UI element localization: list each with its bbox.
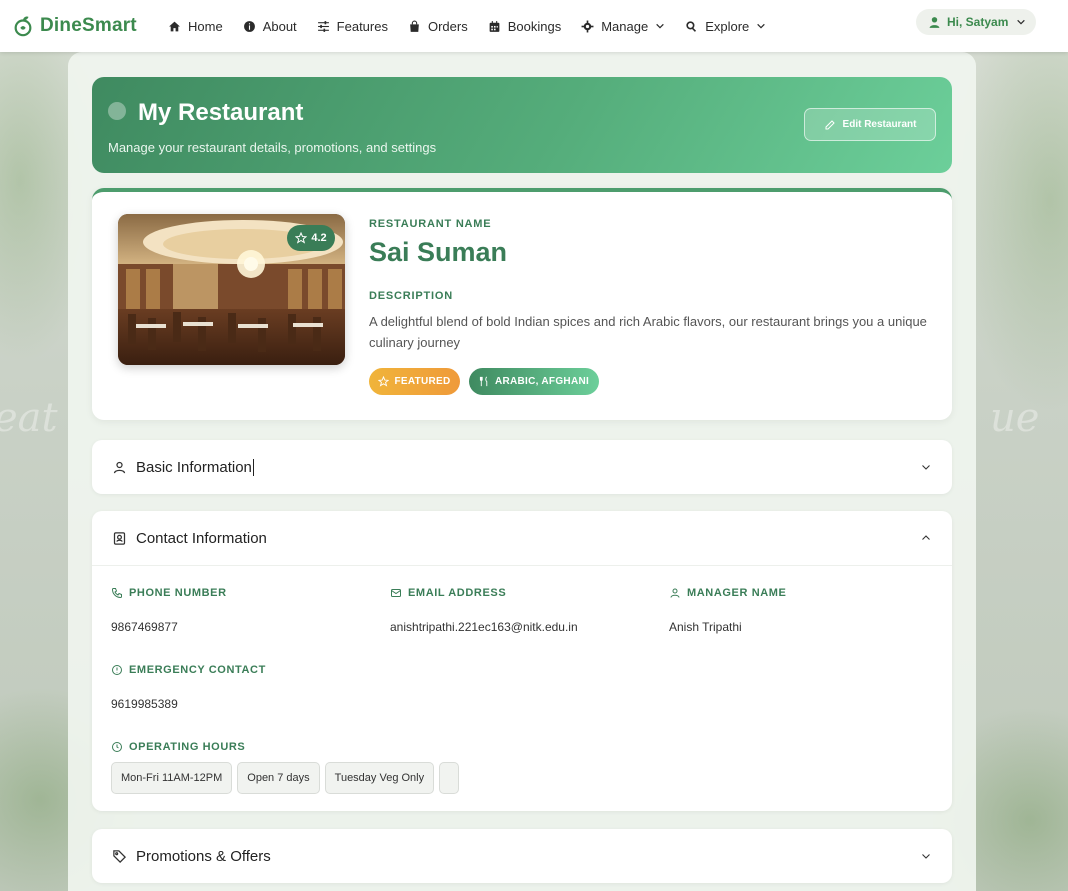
nav-home[interactable]: Home: [168, 19, 223, 34]
star-icon: [295, 232, 308, 244]
chevron-down-icon: [757, 23, 766, 29]
contact-information-title: Contact Information: [136, 529, 267, 547]
promotions-section[interactable]: Promotions & Offers: [92, 829, 952, 883]
gear-icon: [581, 20, 594, 32]
nav-home-label: Home: [188, 18, 223, 34]
page-title: My Restaurant: [138, 99, 304, 126]
hours-chip: Tuesday Veg Only: [324, 762, 435, 794]
email-address-value: anishtripathi.221ec163@nitk.edu.in: [390, 620, 578, 634]
email-address-label: EMAIL ADDRESS: [390, 587, 506, 599]
status-dot: [108, 102, 126, 120]
promotions-title: Promotions & Offers: [136, 847, 271, 865]
text-cursor: [252, 458, 254, 476]
nav-bookings[interactable]: Bookings: [488, 19, 561, 34]
leaf-logo-icon: [14, 16, 32, 37]
manager-name-label: MANAGER NAME: [669, 587, 786, 599]
promotions-header[interactable]: Promotions & Offers: [92, 829, 952, 883]
emergency-contact-value: 9619985389: [111, 697, 178, 711]
utensils-icon: [479, 376, 488, 387]
featured-label: FEATURED: [394, 376, 451, 387]
restaurant-description: A delightful blend of bold Indian spices…: [369, 314, 927, 350]
nav-manage-label: Manage: [601, 18, 649, 34]
nav-explore-label: Explore: [705, 18, 750, 34]
featured-badge: FEATURED: [369, 368, 460, 395]
mail-icon: [391, 589, 401, 597]
nav-explore-dropdown[interactable]: Explore: [685, 19, 766, 34]
restaurant-profile-card: 4.2 RESTAURANT NAME Sai Suman DESCRIPTIO…: [92, 188, 952, 420]
nav-about-label: About: [262, 18, 297, 34]
user-icon: [670, 588, 680, 598]
phone-number-label-text: PHONE NUMBER: [129, 587, 227, 599]
edit-restaurant-label: Edit Restaurant: [842, 119, 917, 130]
operating-hours-label: OPERATING HOURS: [111, 741, 245, 753]
top-navbar: DineSmart Home About Features Orders Boo…: [0, 0, 1068, 52]
operating-hours-list: Mon-Fri 11AM-12PM Open 7 days Tuesday Ve…: [111, 762, 464, 794]
sliders-icon: [317, 20, 329, 32]
nav-manage-dropdown[interactable]: Manage: [581, 19, 665, 34]
manager-name-value: Anish Tripathi: [669, 620, 742, 634]
chevron-down-icon: [1017, 19, 1026, 25]
shopping-bag-icon: [410, 20, 419, 32]
user-icon: [929, 16, 940, 28]
chevron-down-icon[interactable]: [920, 850, 932, 862]
nav-features-label: Features: [336, 18, 388, 34]
rating-badge: 4.2: [287, 225, 335, 251]
chevron-down-icon: [656, 23, 664, 29]
info-icon: [243, 20, 255, 32]
restaurant-name-label: RESTAURANT NAME: [369, 218, 492, 230]
phone-number-label: PHONE NUMBER: [111, 587, 227, 599]
nav-orders-label: Orders: [427, 18, 468, 34]
hours-chip-empty: [439, 762, 460, 794]
contact-information-header[interactable]: Contact Information: [92, 511, 952, 565]
tag-icon: [113, 849, 127, 863]
contact-information-body: PHONE NUMBER 9867469877 EMAIL ADDRESS an…: [92, 565, 952, 811]
nav-orders[interactable]: Orders: [408, 19, 468, 34]
user-icon: [113, 461, 126, 473]
basic-information-title: Basic Information: [136, 458, 252, 476]
brand-logo[interactable]: DineSmart: [12, 15, 162, 37]
contact-card-icon: [113, 531, 126, 545]
edit-restaurant-button[interactable]: Edit Restaurant: [804, 108, 936, 141]
contact-information-section: Contact Information PHONE NUMBER 9867469…: [92, 511, 952, 811]
nav-bookings-label: Bookings: [507, 18, 562, 34]
calendar-icon: [489, 20, 500, 32]
chevron-down-icon[interactable]: [920, 461, 932, 473]
cuisine-label: ARABIC, AFGHANI: [494, 376, 590, 387]
hero-banner: My Restaurant Manage your restaurant det…: [92, 77, 952, 173]
nav-about[interactable]: About: [243, 19, 297, 34]
page-subtitle: Manage your restaurant details, promotio…: [108, 140, 437, 155]
user-greeting: Hi, Satyam: [947, 15, 1009, 29]
basic-information-section[interactable]: Basic Information: [92, 440, 952, 494]
brand-name: DineSmart: [40, 15, 137, 36]
phone-number-value: 9867469877: [111, 620, 178, 634]
description-label: DESCRIPTION: [369, 290, 453, 302]
restaurant-photo: 4.2: [118, 214, 345, 365]
operating-hours-label-text: OPERATING HOURS: [129, 741, 246, 753]
manager-name-label-text: MANAGER NAME: [687, 587, 787, 599]
nav-features[interactable]: Features: [317, 19, 388, 34]
alert-circle-icon: [112, 665, 122, 675]
pencil-icon: [825, 119, 835, 129]
bg-decoration-left: eat: [0, 395, 58, 441]
bg-decoration-right: ue: [990, 395, 1040, 441]
hours-chip: Mon-Fri 11AM-12PM: [111, 762, 233, 794]
emergency-contact-label: EMERGENCY CONTACT: [111, 664, 266, 676]
basic-information-header[interactable]: Basic Information: [92, 440, 952, 494]
home-icon: [169, 21, 180, 31]
restaurant-name: Sai Suman: [369, 237, 508, 267]
user-menu-button[interactable]: Hi, Satyam: [916, 9, 1036, 35]
email-address-label-text: EMAIL ADDRESS: [408, 587, 507, 599]
emergency-contact-label-text: EMERGENCY CONTACT: [129, 664, 266, 676]
phone-icon: [111, 588, 122, 599]
main-container: My Restaurant Manage your restaurant det…: [68, 52, 976, 891]
search-icon: [686, 20, 697, 32]
hours-chip: Open 7 days: [237, 762, 320, 794]
rating-value: 4.2: [311, 232, 327, 244]
clock-icon: [112, 742, 122, 752]
cuisine-badge: ARABIC, AFGHANI: [469, 368, 599, 395]
star-icon: [378, 376, 390, 387]
chevron-up-icon[interactable]: [920, 532, 932, 544]
